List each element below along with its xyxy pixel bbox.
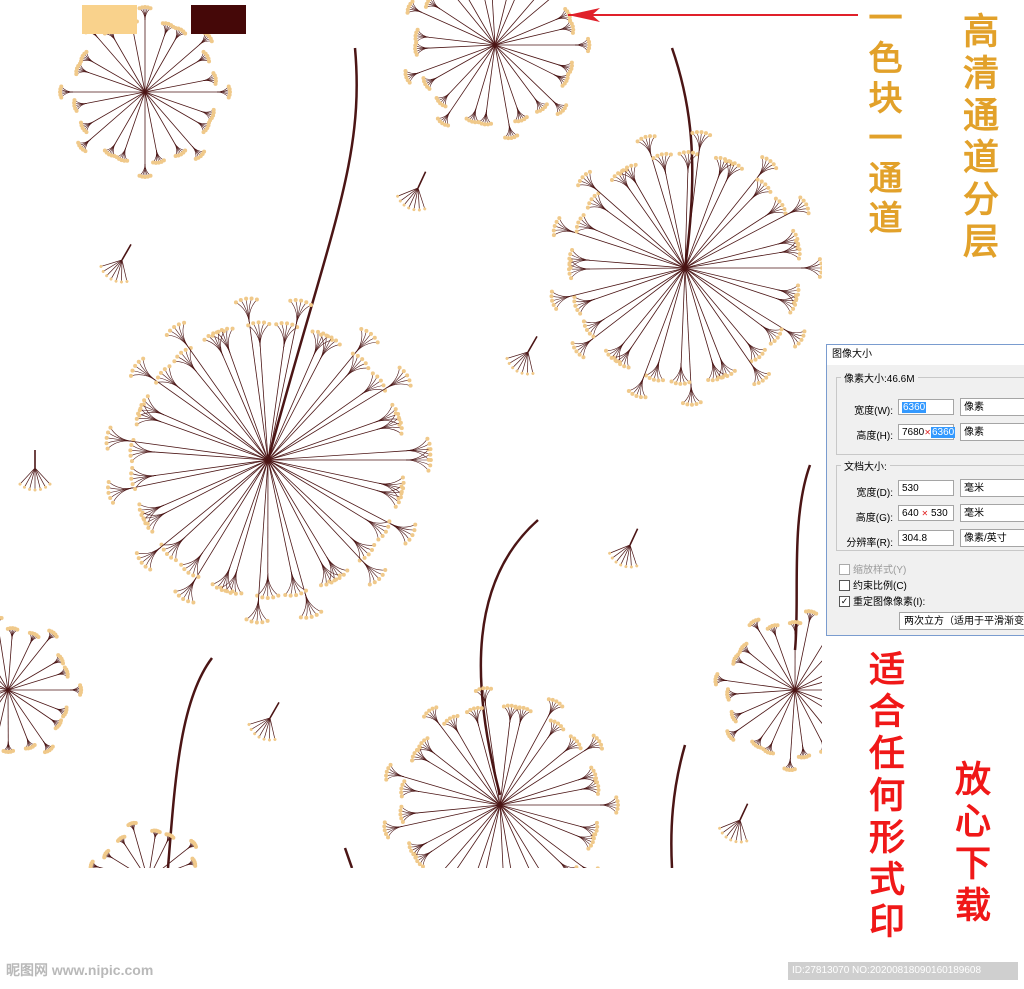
- constrain-proportions-checkbox[interactable]: 约束比例(C): [839, 577, 907, 592]
- download-note: 放心下载: [949, 760, 991, 928]
- width-unit-select[interactable]: 像素: [960, 398, 1024, 416]
- resolution-label: 分辨率(R):: [846, 538, 893, 549]
- seed-2: [99, 244, 132, 284]
- color-swatch-light: [82, 5, 137, 34]
- resolution-unit-select[interactable]: 像素/英寸: [960, 529, 1024, 547]
- image-size-dialog: 图像大小 像素大小:46.6M 宽度(W): 6360 像素 高度(H): 76…: [826, 344, 1024, 636]
- seed-6: [247, 702, 280, 742]
- dandelion-top-center: [403, 0, 592, 141]
- width-label: 宽度(W):: [854, 406, 893, 417]
- color-swatch-dark: [191, 5, 246, 34]
- doc-width-label: 宽度(D):: [856, 488, 893, 499]
- seed-3: [505, 336, 538, 376]
- height-label: 高度(H):: [856, 431, 893, 442]
- seed-7: [718, 803, 749, 844]
- scale-styles-checkbox[interactable]: 缩放样式(Y): [839, 561, 906, 576]
- doc-width-unit-select[interactable]: 毫米: [960, 479, 1024, 497]
- stalk-6: [670, 744, 687, 868]
- doc-width-input[interactable]: 530: [898, 480, 954, 496]
- dialog-title: 图像大小: [827, 345, 1024, 365]
- dandelion-center: [104, 296, 433, 625]
- dandelion-bottom: [382, 686, 620, 868]
- dandelion-left-edge: [0, 615, 84, 755]
- resample-checkbox[interactable]: ✓ 重定图像像素(I):: [839, 593, 925, 608]
- stalk-7: [343, 847, 354, 868]
- stalk-1: [266, 47, 358, 461]
- resample-method-select[interactable]: 两次立方（适用于平滑渐变: [899, 612, 1024, 630]
- dandelion-bottom-left: [88, 820, 198, 868]
- color-block-note: 一色块一通道: [862, 0, 902, 240]
- seed-1: [396, 171, 427, 212]
- height-new-value: 6360: [930, 427, 956, 438]
- document-size-label: 文档大小:: [841, 458, 890, 473]
- print-note: 适合任何形式印: [863, 650, 905, 944]
- height-input[interactable]: 7680✕6360: [898, 424, 956, 440]
- seed-4: [18, 450, 52, 492]
- height-old-value: 7680: [902, 427, 925, 438]
- resolution-input[interactable]: 304.8: [898, 530, 954, 546]
- pixel-dimensions-label: 像素大小:46.6M: [841, 370, 918, 385]
- id-watermark: ID:27813070 NO:20200818090160189608: [788, 962, 1018, 980]
- dandelion-right: [549, 130, 822, 407]
- stalk-3: [479, 519, 539, 796]
- site-watermark: 昵图网 www.nipic.com: [6, 962, 154, 978]
- hd-channels-note: 高清通道分层: [957, 12, 999, 264]
- height-unit-select[interactable]: 像素: [960, 423, 1024, 441]
- doc-height-label: 高度(G):: [855, 513, 893, 524]
- doc-height-unit-select[interactable]: 毫米: [960, 504, 1024, 522]
- width-input[interactable]: 6360: [898, 399, 954, 415]
- doc-height-input[interactable]: 640 ✕ 530: [898, 505, 954, 521]
- seed-5: [608, 528, 639, 569]
